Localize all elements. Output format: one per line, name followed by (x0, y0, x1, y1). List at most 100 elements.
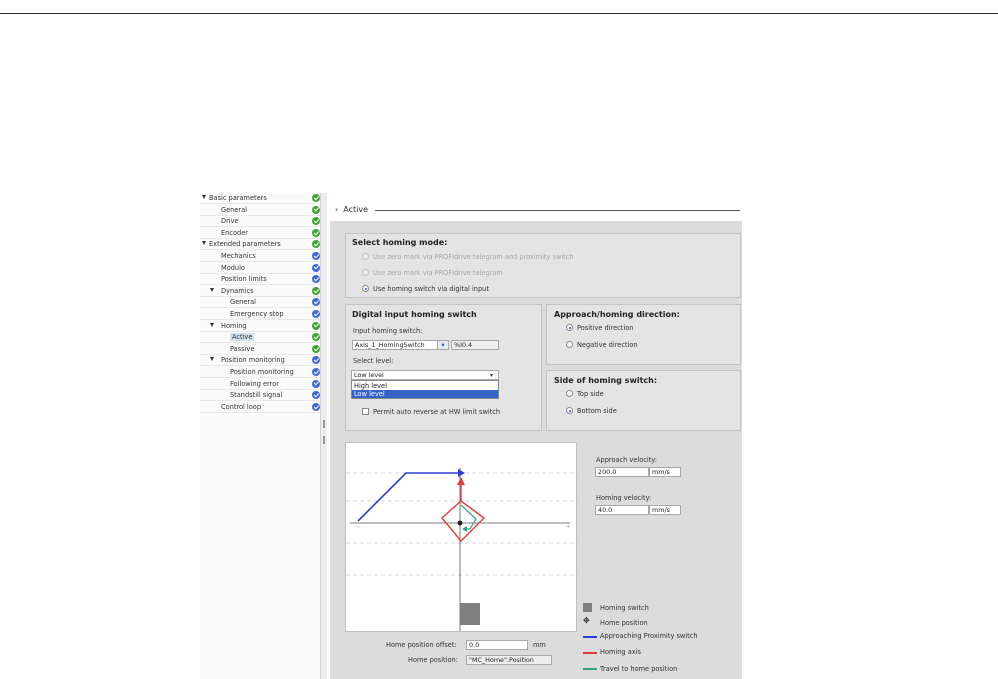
status-check-icon (312, 217, 320, 226)
nav-item-label[interactable]: Passive (230, 345, 254, 353)
nav-item-label[interactable]: Mechanics (221, 252, 256, 260)
bottom-side-label[interactable]: Bottom side (577, 407, 617, 415)
status-check-icon (312, 321, 320, 330)
bottom-side-radio[interactable] (566, 407, 573, 414)
nav-item-label[interactable]: General (230, 298, 256, 306)
direction-title: Approach/homing direction: (554, 310, 680, 319)
nav-item-label[interactable]: Active (230, 333, 255, 342)
status-check-icon (312, 275, 320, 284)
positive-direction-radio[interactable] (566, 324, 573, 331)
nav-item[interactable]: Mechanics (200, 251, 325, 262)
nav-item-label[interactable]: Drive (221, 217, 239, 225)
nav-item[interactable]: Position limits (200, 274, 325, 286)
input-homing-switch-field[interactable]: Axis_1_HomingSwitch (352, 340, 438, 350)
homing-mode-radio-1 (362, 253, 369, 260)
status-check-icon (312, 205, 320, 214)
home-position-icon: ✥ (583, 616, 590, 625)
home-offset-label: Home position offset: (386, 641, 457, 649)
level-option-low[interactable]: Low level (352, 390, 498, 398)
nav-item-label[interactable]: General (221, 206, 247, 214)
nav-item[interactable]: Emergency stop (200, 309, 325, 320)
status-check-icon (312, 379, 320, 388)
homing-switch-marker (460, 603, 480, 625)
expand-triangle-icon[interactable] (202, 195, 206, 199)
approach-velocity-field[interactable]: 200.0 (595, 467, 649, 477)
approach-velocity-unit: mm/s (649, 467, 681, 477)
negative-direction-radio[interactable] (566, 341, 573, 348)
homing-line-swatch (583, 652, 597, 654)
nav-item-label[interactable]: Standstill signal (230, 391, 282, 399)
status-check-icon (312, 286, 320, 295)
expand-triangle-icon[interactable] (210, 287, 214, 292)
homing-diagram-svg: − + (346, 468, 578, 631)
nav-item-label[interactable]: Extended parameters (209, 240, 281, 248)
level-dropdown-list: High level Low level (351, 380, 499, 399)
nav-item-label[interactable]: Position limits (221, 275, 267, 283)
home-position-marker (457, 520, 463, 526)
legend-homing-switch: Homing switch (600, 604, 649, 612)
travel-path (460, 504, 477, 530)
nav-item-label[interactable]: Position monitoring (230, 368, 294, 376)
nav-item-label[interactable]: Basic parameters (209, 194, 267, 202)
nav-item-label[interactable]: Emergency stop (230, 310, 284, 318)
nav-item[interactable]: Drive (200, 216, 325, 228)
home-position-label: Home position: (408, 656, 458, 664)
approach-line-swatch (583, 636, 597, 638)
status-check-icon (312, 344, 320, 353)
status-check-icon (312, 368, 320, 376)
chevron-down-icon[interactable]: ▾ (490, 372, 493, 379)
legend-home-position: Home position (600, 619, 648, 627)
nav-item-label[interactable]: Following error (230, 380, 279, 388)
nav-item[interactable]: Homing (200, 321, 325, 332)
homing-mode-radio-3[interactable] (362, 285, 369, 292)
nav-item[interactable]: Passive (200, 344, 325, 355)
homing-velocity-unit: mm/s (649, 505, 681, 515)
nav-item[interactable]: Control loop (200, 402, 325, 413)
top-side-label[interactable]: Top side (577, 390, 604, 398)
legend-travel: Travel to home position (600, 665, 678, 673)
auto-reverse-checkbox[interactable] (362, 408, 369, 415)
nav-item-label[interactable]: Modulo (221, 264, 245, 272)
expand-triangle-icon[interactable] (210, 322, 214, 327)
auto-reverse-label[interactable]: Permit auto reverse at HW limit switch (373, 408, 500, 416)
legend-homing-axis: Homing axis (600, 648, 641, 656)
negative-direction-label[interactable]: Negative direction (577, 341, 638, 349)
nav-item[interactable]: Standstill signal (200, 390, 325, 402)
nav-item-label[interactable]: Dynamics (221, 287, 254, 295)
splitter-grip[interactable] (323, 436, 325, 444)
nav-item-label[interactable]: Position monitoring (221, 356, 285, 364)
splitter-grip[interactable] (323, 420, 325, 428)
nav-item[interactable]: General (200, 297, 325, 309)
status-check-icon (312, 356, 320, 365)
positive-direction-label[interactable]: Positive direction (577, 324, 633, 332)
nav-item[interactable]: Active (200, 332, 325, 344)
nav-item[interactable]: Following error (200, 379, 325, 390)
nav-item[interactable]: Dynamics (200, 286, 325, 297)
input-browse-button[interactable]: ▾ (437, 340, 449, 350)
expand-triangle-icon[interactable] (210, 357, 214, 362)
nav-item[interactable]: Basic parameters (200, 193, 325, 204)
homing-mode-label-3[interactable]: Use homing switch via digital input (373, 285, 489, 293)
home-offset-unit: mm (533, 641, 546, 649)
nav-item[interactable]: Extended parameters (200, 239, 325, 251)
digital-input-title: Digital input homing switch (352, 310, 477, 319)
nav-item[interactable]: Position monitoring (200, 355, 325, 367)
top-side-radio[interactable] (566, 390, 573, 397)
nav-item-label[interactable]: Encoder (221, 229, 248, 237)
homing-switch-swatch (583, 603, 592, 612)
nav-item[interactable]: Modulo (200, 263, 325, 274)
select-level-dropdown[interactable]: Low level (351, 370, 499, 380)
splitter[interactable] (320, 193, 327, 679)
nav-item[interactable]: Position monitoring (200, 367, 325, 378)
section-title-text: Active (343, 205, 369, 214)
nav-item-label[interactable]: Homing (221, 322, 247, 330)
homing-mode-label-1: Use zero mark via PROFIdrive telegram an… (373, 253, 574, 261)
nav-item[interactable]: General (200, 205, 325, 216)
parameter-tree: Basic parameters General Drive Encoder Exten… (200, 193, 326, 679)
homing-velocity-field[interactable]: 40.0 (595, 505, 649, 515)
level-option-high[interactable]: High level (354, 382, 387, 390)
expand-triangle-icon[interactable] (202, 241, 206, 246)
home-offset-field[interactable]: 0.0 (466, 640, 528, 650)
nav-item[interactable]: Encoder (200, 228, 325, 239)
nav-item-label[interactable]: Control loop (221, 403, 261, 411)
